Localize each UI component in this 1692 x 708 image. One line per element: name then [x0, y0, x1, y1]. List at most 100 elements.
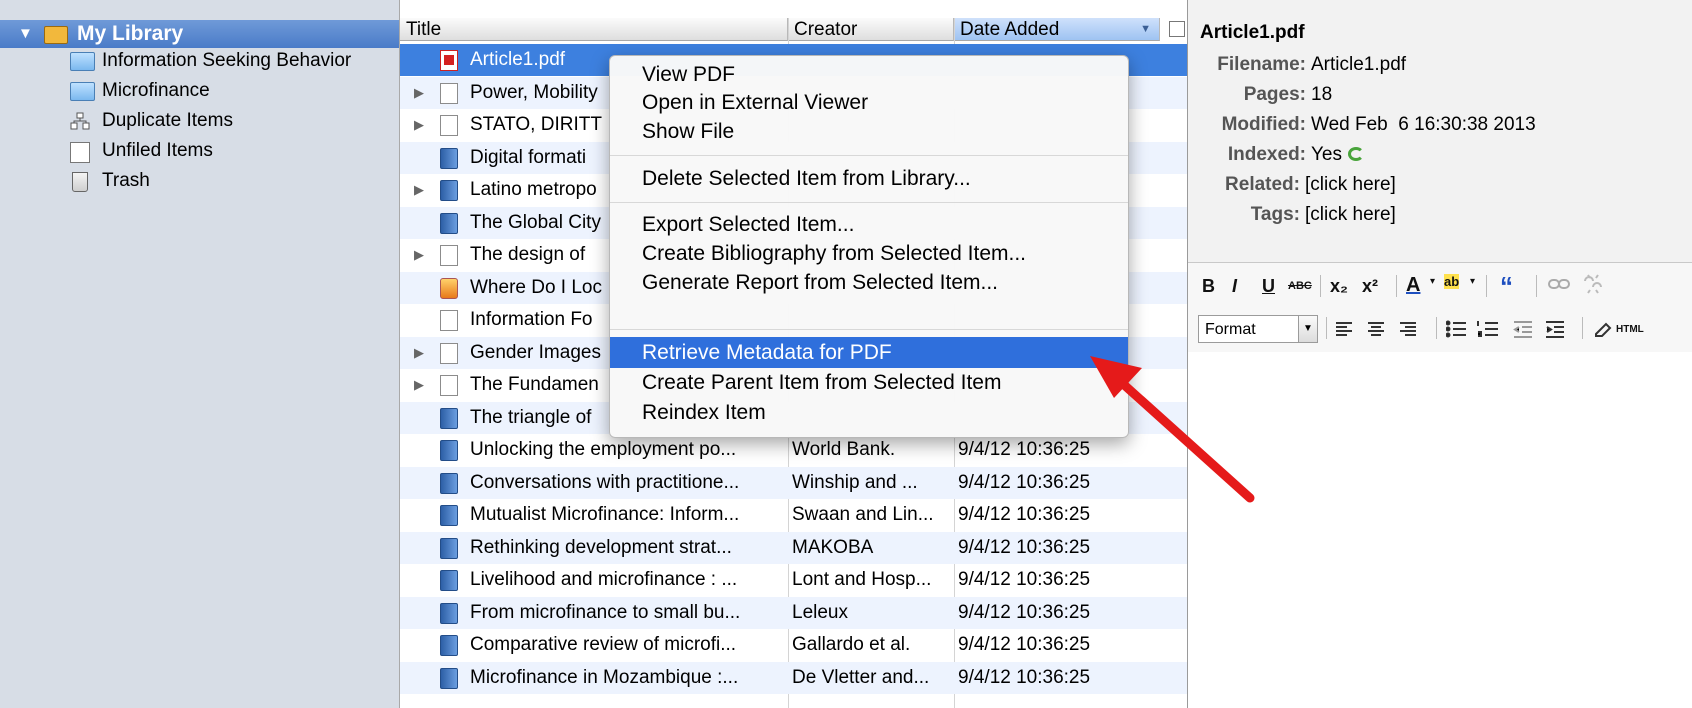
folder-icon — [70, 52, 95, 71]
menu-item-generate-report[interactable]: Generate Report from Selected Item... — [642, 267, 998, 298]
numbered-list-icon[interactable] — [1477, 321, 1498, 337]
book-icon — [440, 440, 458, 461]
align-left-icon[interactable] — [1336, 322, 1352, 336]
bullet-list-icon[interactable] — [1446, 320, 1467, 338]
cell-creator: MAKOBA — [792, 536, 874, 558]
sidebar-item-label: Duplicate Items — [102, 110, 233, 131]
dropdown-caret-icon[interactable]: ▾ — [1470, 276, 1475, 287]
expand-twisty-icon[interactable]: ▶ — [414, 174, 424, 206]
html-source-button[interactable]: HTML — [1616, 324, 1644, 335]
book-icon — [440, 147, 458, 169]
book-icon — [440, 537, 458, 559]
table-row[interactable]: Livelihood and microfinance : ... Lont an… — [400, 564, 1187, 596]
menu-item-show-file[interactable]: Show File — [642, 116, 734, 147]
expand-twisty-icon[interactable]: ▶ — [414, 239, 424, 271]
table-row[interactable]: Rethinking development strat... MAKOBA 9/4… — [400, 531, 1187, 564]
webpage-icon — [440, 277, 458, 299]
note-editor-toolbar: B I U ABC x₂ x² A ▾ ab ▾ “ Format ▼ HTML — [1188, 262, 1692, 354]
outdent-icon[interactable] — [1513, 321, 1532, 338]
my-library-item[interactable]: ▼ My Library — [0, 20, 399, 48]
align-right-icon[interactable] — [1400, 322, 1416, 336]
document-icon — [440, 375, 458, 396]
field-label: Modified: — [1221, 114, 1306, 135]
document-icon — [440, 310, 458, 331]
table-row[interactable]: From microfinance to small bu... Leleux 9/… — [400, 596, 1187, 629]
cell-creator: World Bank. — [792, 439, 896, 460]
cell-date-added: 9/4/12 10:36:25 — [958, 601, 1091, 623]
bold-button[interactable]: B — [1202, 276, 1215, 297]
book-icon — [440, 635, 458, 656]
table-row[interactable]: Mutualist Microfinance: Inform... Swaan a… — [400, 499, 1187, 531]
dropdown-caret-icon[interactable]: ▾ — [1430, 276, 1435, 287]
underline-button[interactable]: U — [1262, 276, 1275, 297]
superscript-button[interactable]: x² — [1362, 276, 1378, 297]
subscript-button[interactable]: x₂ — [1330, 276, 1348, 297]
field-label: Filename: — [1217, 54, 1306, 75]
document-icon — [440, 342, 458, 364]
menu-item-retrieve-metadata[interactable]: Retrieve Metadata for PDF — [642, 337, 892, 368]
cell-creator: Gallardo et al. — [792, 634, 911, 655]
text-color-button[interactable]: A — [1406, 274, 1420, 297]
menu-item-reindex-item[interactable]: Reindex Item — [642, 397, 766, 428]
toolbar-divider — [1320, 275, 1321, 297]
field-label: Related: — [1225, 174, 1300, 195]
sidebar-item-label: Trash — [102, 170, 150, 191]
sort-descending-icon: ▼ — [1140, 23, 1151, 35]
expand-twisty-icon[interactable]: ▶ — [414, 337, 424, 369]
reindex-icon[interactable] — [1348, 147, 1364, 161]
table-row[interactable]: Unlocking the employment po... World Bank… — [400, 434, 1187, 466]
cell-date-added: 9/4/12 10:36:25 — [958, 569, 1091, 590]
sidebar-item-label: Microfinance — [102, 80, 210, 101]
disclosure-triangle-icon[interactable]: ▼ — [18, 20, 33, 48]
format-dropdown[interactable]: Format ▼ — [1198, 315, 1318, 343]
book-icon — [440, 180, 458, 201]
field-related-label-wrap: Related: — [1188, 170, 1300, 200]
highlight-color-button[interactable]: ab — [1444, 274, 1460, 289]
field-pages-label-wrap: Pages: — [1188, 80, 1306, 110]
note-editor-area[interactable] — [1188, 352, 1692, 708]
column-header-title[interactable]: Title — [400, 18, 788, 41]
expand-twisty-icon[interactable]: ▶ — [414, 77, 424, 109]
menu-item-delete-from-library[interactable]: Delete Selected Item from Library... — [642, 163, 971, 194]
unlink-icon[interactable] — [1582, 273, 1604, 295]
field-value: Wed Feb 6 16:30:38 2013 — [1311, 114, 1536, 135]
eraser-icon[interactable] — [1592, 320, 1612, 338]
table-row[interactable]: Conversations with practitione... Winship… — [400, 466, 1187, 499]
link-icon[interactable] — [1548, 277, 1570, 291]
indent-icon[interactable] — [1546, 321, 1564, 338]
column-header-date-added[interactable]: Date Added ▼ — [954, 18, 1185, 41]
chevron-down-icon: ▼ — [1298, 316, 1317, 342]
blockquote-button[interactable]: “ — [1500, 271, 1513, 302]
column-header-creator[interactable]: Creator — [788, 18, 954, 41]
cell-date-added: 9/4/12 10:36:25 — [958, 634, 1091, 655]
my-library-label: My Library — [77, 22, 184, 45]
menu-item-export-item[interactable]: Export Selected Item... — [642, 209, 854, 240]
context-menu: View PDF Open in External Viewer Show Fi… — [609, 55, 1129, 438]
document-icon — [440, 82, 458, 104]
expand-twisty-icon[interactable]: ▶ — [414, 369, 424, 401]
alignment-buttons — [1336, 322, 1416, 336]
italic-button[interactable]: I — [1232, 276, 1237, 297]
table-row[interactable]: Comparative review of microfi... Gallardo… — [400, 629, 1187, 661]
menu-item-open-external-viewer[interactable]: Open in External Viewer — [642, 87, 868, 118]
column-header-label: Date Added — [960, 19, 1060, 40]
align-center-icon[interactable] — [1368, 322, 1384, 336]
collections-sidebar: ▼ My Library Information Seeking Behavio… — [0, 0, 400, 708]
field-filename-label-wrap: Filename: — [1188, 50, 1306, 80]
menu-item-create-bibliography[interactable]: Create Bibliography from Selected Item..… — [642, 238, 1026, 269]
menu-item-create-parent-item[interactable]: Create Parent Item from Selected Item — [642, 367, 1001, 398]
cell-date-added: 9/4/12 10:36:25 — [958, 504, 1091, 525]
expand-twisty-icon[interactable]: ▶ — [414, 109, 424, 141]
field-tags-label-wrap: Tags: — [1188, 200, 1300, 230]
cell-date-added: 9/4/12 10:36:25 — [958, 666, 1091, 688]
attachment-title: Article1.pdf — [1200, 22, 1305, 43]
column-picker-icon[interactable] — [1169, 21, 1185, 37]
toolbar-divider — [1396, 275, 1397, 297]
menu-item-view-pdf[interactable]: View PDF — [642, 59, 735, 90]
table-row[interactable]: Microfinance in Mozambique :... De Vlette… — [400, 661, 1187, 694]
strikethrough-button[interactable]: ABC — [1288, 280, 1312, 292]
field-value: 18 — [1311, 84, 1333, 105]
format-dropdown-value: Format — [1205, 321, 1256, 338]
cell-creator: Winship and ... — [792, 471, 918, 493]
unfiled-icon — [70, 142, 90, 163]
